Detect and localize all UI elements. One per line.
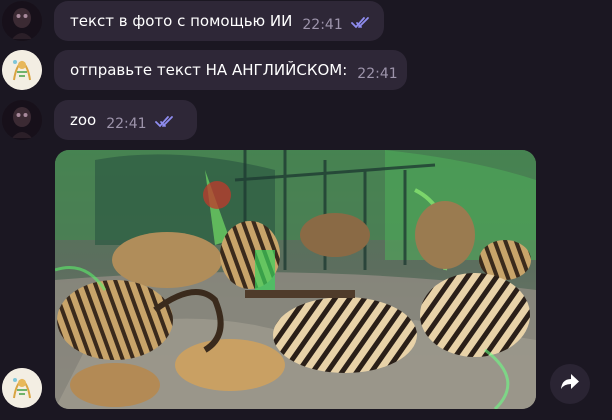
message-bubble[interactable]: zoo 22:41 [54, 100, 197, 140]
double-check-icon [154, 115, 177, 133]
avatar[interactable] [2, 50, 42, 90]
avatar[interactable] [2, 368, 42, 408]
message-text: текст в фото с помощью ИИ [70, 12, 293, 30]
avatar[interactable] [2, 100, 42, 140]
message-time: 22:41 [106, 116, 147, 132]
message-text: zoo [70, 111, 97, 129]
forward-button[interactable] [550, 364, 590, 404]
message-text: отправьте текст НА АНГЛИЙСКОМ: [70, 61, 348, 79]
avatar-image [2, 368, 42, 408]
double-check-icon [350, 16, 373, 34]
avatar-image [2, 1, 42, 41]
message-time: 22:41 [357, 66, 398, 82]
message-bubble[interactable]: отправьте текст НА АНГЛИЙСКОМ: 22:41 [54, 50, 407, 90]
message-time: 22:41 [302, 17, 343, 33]
zoo-photo [55, 150, 536, 409]
forward-arrow-icon [560, 373, 580, 395]
avatar-image [2, 50, 42, 90]
avatar-image [2, 100, 42, 140]
photo-message[interactable] [55, 150, 536, 409]
avatar[interactable] [2, 1, 42, 41]
message-bubble[interactable]: текст в фото с помощью ИИ 22:41 [54, 1, 384, 41]
